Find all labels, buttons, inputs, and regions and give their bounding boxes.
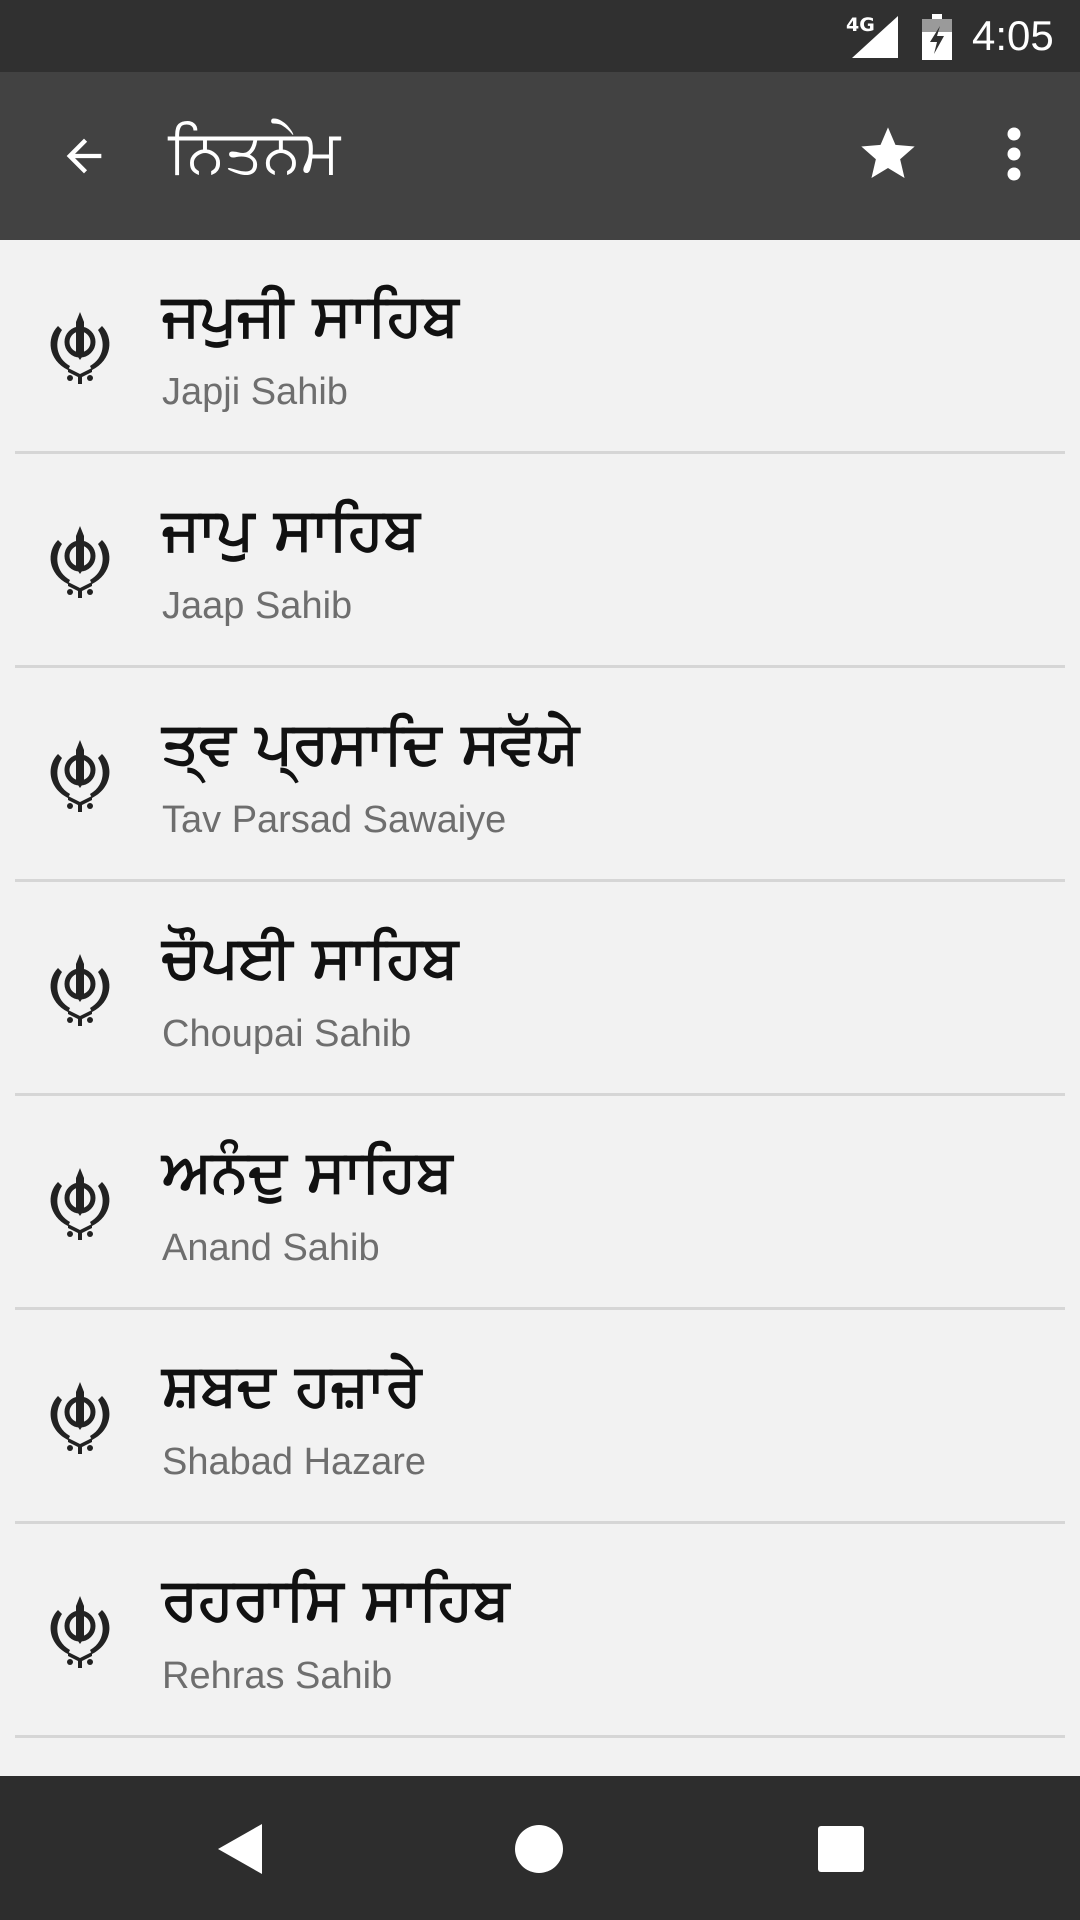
list-item-choupai-sahib[interactable]: ਚੌਪਈ ਸਾਹਿਬ Choupai Sahib xyxy=(0,882,1080,1096)
nav-back-icon[interactable] xyxy=(204,1814,274,1884)
khanda-icon xyxy=(40,1164,120,1244)
status-time: 4:05 xyxy=(972,12,1054,59)
item-subtitle: Jaap Sahib xyxy=(162,585,353,627)
item-title: ਅਨੰਦੁ ਸਾਹਿਬ xyxy=(162,1137,453,1205)
list-item-anand-sahib[interactable]: ਅਨੰਦੁ ਸਾਹਿਬ Anand Sahib xyxy=(0,1096,1080,1310)
item-subtitle: Shabad Hazare xyxy=(162,1441,427,1483)
signal-icon xyxy=(852,16,898,58)
item-title: ਜਾਪੁ ਸਾਹਿਬ xyxy=(162,495,420,563)
khanda-icon xyxy=(40,308,120,388)
arrow-back-icon xyxy=(66,138,102,174)
status-bar: 4G 4:05 xyxy=(0,0,1080,72)
nitnem-list: ਜਪੁਜੀ ਸਾਹਿਬ Japji Sahib ਜਾਪੁ ਸਾਹਿਬ Jaap … xyxy=(0,240,1080,1776)
list-item-shabad-hazare[interactable]: ਸ਼ਬਦ ਹਜ਼ਾਰੇ Shabad Hazare xyxy=(0,1310,1080,1524)
item-subtitle: Choupai Sahib xyxy=(162,1013,412,1055)
nav-recents-icon[interactable] xyxy=(806,1814,876,1884)
nav-home-icon[interactable] xyxy=(504,1814,574,1884)
battery-charging-icon xyxy=(922,14,952,60)
khanda-icon xyxy=(40,522,120,602)
khanda-icon xyxy=(40,1592,120,1672)
list-item-jaap-sahib[interactable]: ਜਾਪੁ ਸਾਹਿਬ Jaap Sahib xyxy=(0,454,1080,668)
more-vert-icon xyxy=(1007,127,1021,181)
item-title: ਜਪੁਜੀ ਸਾਹਿਬ xyxy=(162,281,459,349)
list-item-japji-sahib[interactable]: ਜਪੁਜੀ ਸਾਹਿਬ Japji Sahib xyxy=(0,240,1080,454)
list-item-rehras-sahib[interactable]: ਰਹਰਾਸਿ ਸਾਹਿਬ Rehras Sahib xyxy=(0,1524,1080,1738)
khanda-icon xyxy=(40,736,120,816)
item-subtitle: Anand Sahib xyxy=(162,1227,380,1269)
item-subtitle: Japji Sahib xyxy=(162,371,348,413)
app-bar: ਨਿਤਨੇਮ xyxy=(0,72,1080,240)
item-title: ਚੌਪਈ ਸਾਹਿਬ xyxy=(162,923,459,991)
back-button[interactable] xyxy=(44,116,124,196)
system-nav-bar xyxy=(0,1776,1080,1920)
item-subtitle: Rehras Sahib xyxy=(162,1655,393,1697)
list-item-tav-parsad-sawaiye[interactable]: ਤ੍ਵ ਪ੍ਰਸਾਦਿ ਸਵੱਯੇ Tav Parsad Sawaiye xyxy=(0,668,1080,882)
favorite-button[interactable] xyxy=(846,112,930,196)
item-title: ਰਹਰਾਸਿ ਸਾਹਿਬ xyxy=(162,1565,510,1633)
khanda-icon xyxy=(40,1378,120,1458)
page-title: ਨਿਤਨੇਮ xyxy=(168,117,341,187)
star-icon xyxy=(861,127,915,178)
khanda-icon xyxy=(40,950,120,1030)
item-title: ਤ੍ਵ ਪ੍ਰਸਾਦਿ ਸਵੱਯੇ xyxy=(162,709,579,777)
item-subtitle: Tav Parsad Sawaiye xyxy=(162,799,507,841)
overflow-menu-button[interactable] xyxy=(974,112,1054,196)
item-title: ਸ਼ਬਦ ਹਜ਼ਾਰੇ xyxy=(162,1351,422,1419)
